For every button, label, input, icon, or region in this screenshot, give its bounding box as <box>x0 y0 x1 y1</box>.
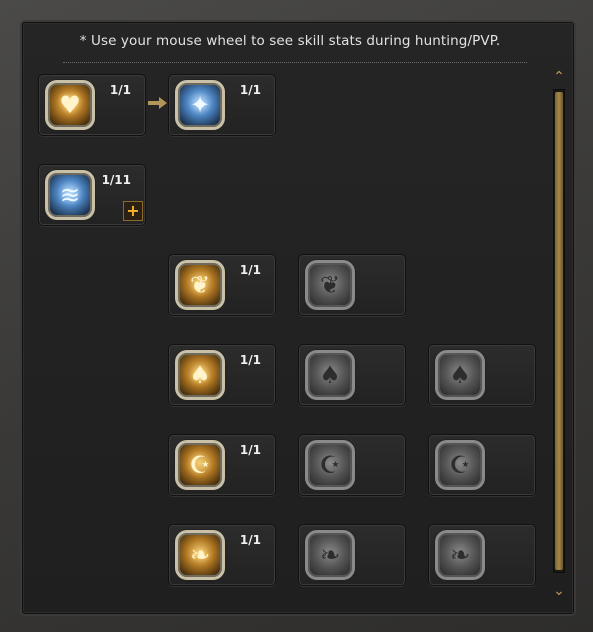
divider <box>63 62 527 63</box>
heart-icon[interactable]: ♥ <box>45 80 95 130</box>
tree-flame-icon[interactable]: ❧ <box>305 530 355 580</box>
skill-slot-locked[interactable]: ♠ <box>428 344 536 406</box>
skill-slot-heart[interactable]: ♥ 1/1 <box>38 74 146 136</box>
crescent-star-icon[interactable]: ☪ <box>175 440 225 490</box>
scroll-up-button[interactable]: ⌃ <box>551 70 567 84</box>
flame-icon[interactable]: ❦ <box>175 260 225 310</box>
add-skill-point-button[interactable]: + <box>123 201 143 221</box>
card-shield-icon[interactable]: ♠ <box>305 350 355 400</box>
mouse-wheel-hint: * Use your mouse wheel to see skill stat… <box>79 33 501 49</box>
skill-level-count: 1/1 <box>239 83 261 97</box>
skill-level-count: 1/1 <box>239 263 261 277</box>
skill-slot-card[interactable]: ♠ 1/1 <box>168 344 276 406</box>
card-shield-icon[interactable]: ♠ <box>175 350 225 400</box>
skill-slot-locked[interactable]: ❧ <box>298 524 406 586</box>
skill-slot-flame[interactable]: ❦ 1/1 <box>168 254 276 316</box>
skill-slot-locked[interactable]: ❦ <box>298 254 406 316</box>
skill-level-count: 1/1 <box>239 443 261 457</box>
skill-slot-tree[interactable]: ❧ 1/1 <box>168 524 276 586</box>
skill-level-count: 1/1 <box>239 533 261 547</box>
crescent-star-icon[interactable]: ☪ <box>435 440 485 490</box>
skill-level-count: 1/1 <box>109 83 131 97</box>
scroll-down-button[interactable]: ⌄ <box>551 584 567 598</box>
skill-slot-moon[interactable]: ☪ 1/1 <box>168 434 276 496</box>
scrollbar-thumb[interactable] <box>555 92 563 570</box>
tree-flame-icon[interactable]: ❧ <box>435 530 485 580</box>
skill-slot-sparkle[interactable]: ✦ 1/1 <box>168 74 276 136</box>
card-shield-icon[interactable]: ♠ <box>435 350 485 400</box>
skill-slot-locked[interactable]: ☪ <box>428 434 536 496</box>
skill-slot-locked[interactable]: ☪ <box>298 434 406 496</box>
tree-flame-icon[interactable]: ❧ <box>175 530 225 580</box>
skill-slot-locked[interactable]: ❧ <box>428 524 536 586</box>
water-aura-icon[interactable]: ≋ <box>45 170 95 220</box>
sparkle-icon[interactable]: ✦ <box>175 80 225 130</box>
crescent-star-icon[interactable]: ☪ <box>305 440 355 490</box>
scrollbar-track[interactable] <box>553 89 565 573</box>
flame-icon[interactable]: ❦ <box>305 260 355 310</box>
skill-level-count: 1/1 <box>239 353 261 367</box>
skill-slot-locked[interactable]: ♠ <box>298 344 406 406</box>
skill-level-count: 1/11 <box>101 173 131 187</box>
arrow-right-icon <box>148 97 167 109</box>
